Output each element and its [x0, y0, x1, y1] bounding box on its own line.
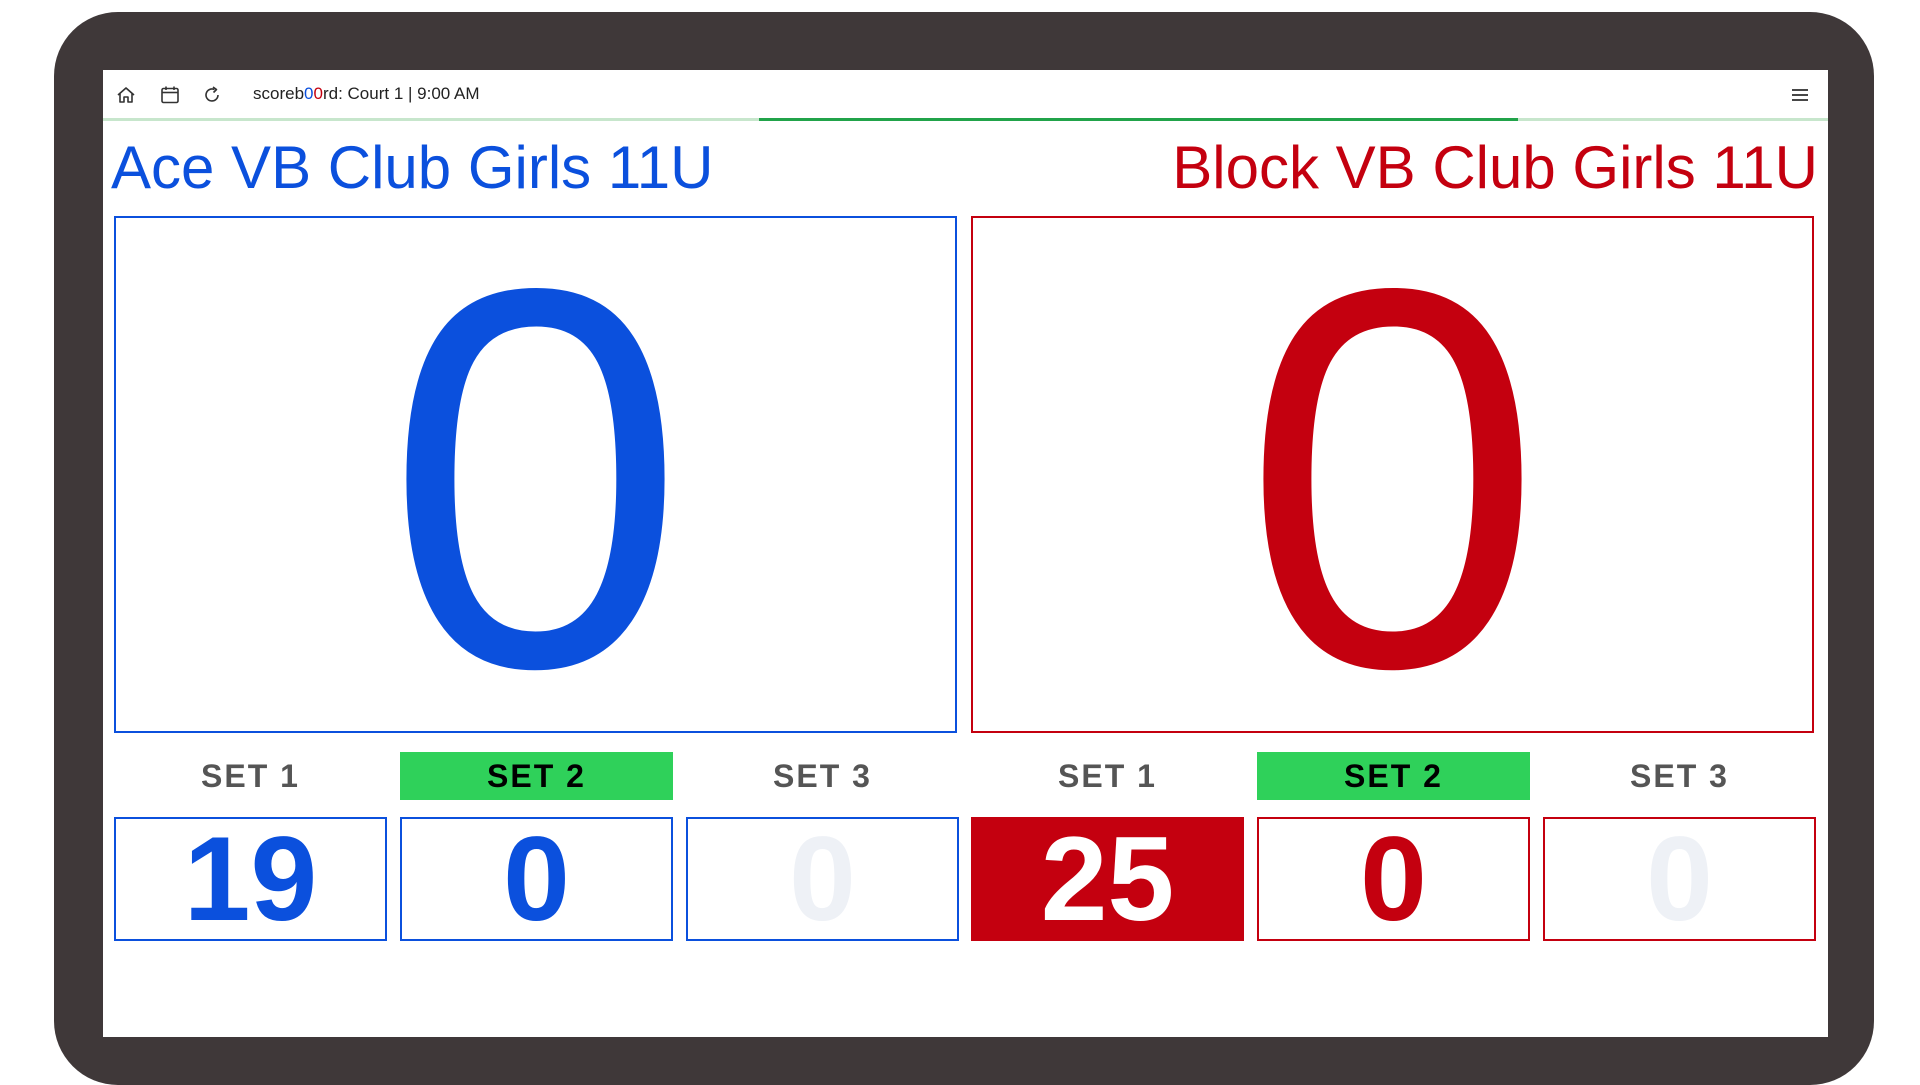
page-title: scoreb00rd: Court 1 | 9:00 AM — [253, 84, 480, 104]
away-set-2-score[interactable]: 0 — [1257, 817, 1530, 941]
browser-toolbar: scoreb00rd: Court 1 | 9:00 AM — [103, 70, 1828, 121]
refresh-icon[interactable] — [201, 84, 223, 106]
away-score-panel[interactable]: 0 — [971, 208, 1814, 748]
away-set-1-score[interactable]: 25 — [971, 817, 1244, 941]
home-set-2-label: SET 2 — [400, 752, 673, 800]
title-suffix: rd: Court 1 | 9:00 AM — [322, 84, 480, 103]
away-set-1-label: SET 1 — [1058, 758, 1157, 794]
scoreboard-screen: scoreb00rd: Court 1 | 9:00 AM Ace VB Clu… — [103, 70, 1828, 1037]
title-prefix: scoreb — [253, 84, 305, 103]
load-progress-fill — [758, 118, 1518, 121]
calendar-icon[interactable] — [159, 84, 181, 106]
title-blue-zero: 0 — [304, 84, 314, 103]
title-red-zero: 0 — [313, 84, 323, 103]
home-set-3-label: SET 3 — [773, 758, 872, 794]
home-icon[interactable] — [115, 84, 137, 106]
away-set-3-score[interactable]: 0 — [1543, 817, 1816, 941]
home-set-2-score[interactable]: 0 — [400, 817, 673, 941]
home-set-1-label: SET 1 — [201, 758, 300, 794]
away-set-3-label: SET 3 — [1630, 758, 1729, 794]
menu-icon[interactable] — [1790, 85, 1810, 105]
away-set-2-label: SET 2 — [1257, 752, 1530, 800]
home-score-panel[interactable]: 0 — [114, 208, 957, 748]
away-current-score: 0 — [1242, 176, 1543, 780]
home-set-3-score[interactable]: 0 — [686, 817, 959, 941]
home-current-score: 0 — [385, 176, 686, 780]
home-set-1-score[interactable]: 19 — [114, 817, 387, 941]
load-progress-track — [103, 118, 1828, 121]
